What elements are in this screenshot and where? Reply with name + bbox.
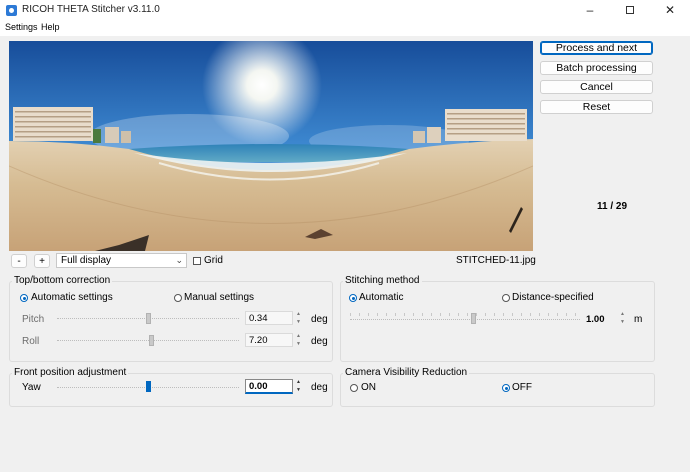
roll-unit: deg [311, 336, 328, 347]
reset-button[interactable]: Reset [540, 100, 653, 114]
stitching-method-title: Stitching method [343, 275, 422, 286]
camera-visibility-on-radio[interactable] [350, 384, 358, 392]
pitch-unit: deg [311, 314, 328, 325]
maximize-icon [626, 6, 634, 14]
distance-value[interactable]: 1.00 [586, 314, 605, 325]
panorama-preview[interactable] [9, 41, 533, 251]
display-mode-select[interactable]: Full display ⌄ [56, 253, 187, 268]
cancel-button[interactable]: Cancel [540, 80, 653, 94]
zoom-out-button[interactable]: - [11, 254, 27, 268]
distance-slider-thumb[interactable] [471, 313, 476, 324]
distance-specified-label: Distance-specified [512, 292, 594, 303]
pitch-spinner[interactable]: ▲ ▼ [294, 311, 303, 325]
menu-help[interactable]: Help [41, 22, 60, 32]
process-and-next-button[interactable]: Process and next [540, 41, 653, 55]
panorama-image [9, 41, 533, 251]
camera-visibility-title: Camera Visibility Reduction [343, 367, 470, 378]
pitch-input[interactable]: 0.34 [245, 311, 293, 325]
title-bar[interactable]: RICOH THETA Stitcher v3.11.0 – ✕ [0, 0, 690, 20]
camera-visibility-off-radio[interactable] [502, 384, 510, 392]
close-button[interactable]: ✕ [650, 0, 690, 20]
camera-visibility-group [340, 373, 655, 407]
distance-slider-ticks [350, 313, 580, 316]
menu-bar: Settings Help [0, 20, 690, 36]
distance-unit: m [634, 314, 643, 325]
roll-slider-thumb[interactable] [149, 335, 154, 346]
automatic-settings-label: Automatic settings [31, 292, 113, 303]
zoom-in-button[interactable]: + [34, 254, 50, 268]
manual-settings-label: Manual settings [184, 292, 255, 303]
yaw-label: Yaw [22, 382, 41, 393]
manual-settings-radio[interactable] [174, 294, 182, 302]
maximize-button[interactable] [610, 0, 650, 20]
yaw-spinner[interactable]: ▲ ▼ [294, 379, 303, 393]
display-mode-value: Full display [61, 255, 112, 266]
file-name: STITCHED-11.jpg [456, 255, 536, 266]
pitch-label: Pitch [22, 314, 45, 325]
camera-visibility-on-label: ON [361, 382, 376, 393]
image-counter: 11 / 29 [597, 201, 628, 212]
distance-slider-track [350, 319, 580, 321]
grid-checkbox[interactable] [193, 257, 201, 265]
stitching-automatic-label: Automatic [359, 292, 404, 303]
stitching-automatic-radio[interactable] [349, 294, 357, 302]
batch-processing-button[interactable]: Batch processing [540, 61, 653, 75]
theta-app-icon [6, 5, 17, 16]
roll-spinner[interactable]: ▲ ▼ [294, 333, 303, 347]
yaw-input[interactable]: 0.00 [245, 379, 293, 394]
camera-visibility-off-label: OFF [512, 382, 532, 393]
window-title: RICOH THETA Stitcher v3.11.0 [22, 4, 160, 15]
roll-label: Roll [22, 336, 40, 347]
pitch-slider-thumb[interactable] [146, 313, 151, 324]
grid-label: Grid [204, 255, 223, 266]
menu-settings[interactable]: Settings [5, 22, 38, 32]
front-position-title: Front position adjustment [12, 367, 129, 378]
roll-input[interactable]: 7.20 [245, 333, 293, 347]
roll-slider-track [57, 340, 239, 342]
distance-spinner[interactable]: ▲ ▼ [618, 311, 627, 325]
yaw-slider-thumb[interactable] [146, 381, 151, 392]
chevron-down-icon: ⌄ [175, 255, 183, 265]
top-bottom-correction-title: Top/bottom correction [12, 275, 113, 286]
yaw-unit: deg [311, 382, 328, 393]
minimize-button[interactable]: – [570, 0, 610, 20]
distance-specified-radio[interactable] [502, 294, 510, 302]
automatic-settings-radio[interactable] [20, 294, 28, 302]
